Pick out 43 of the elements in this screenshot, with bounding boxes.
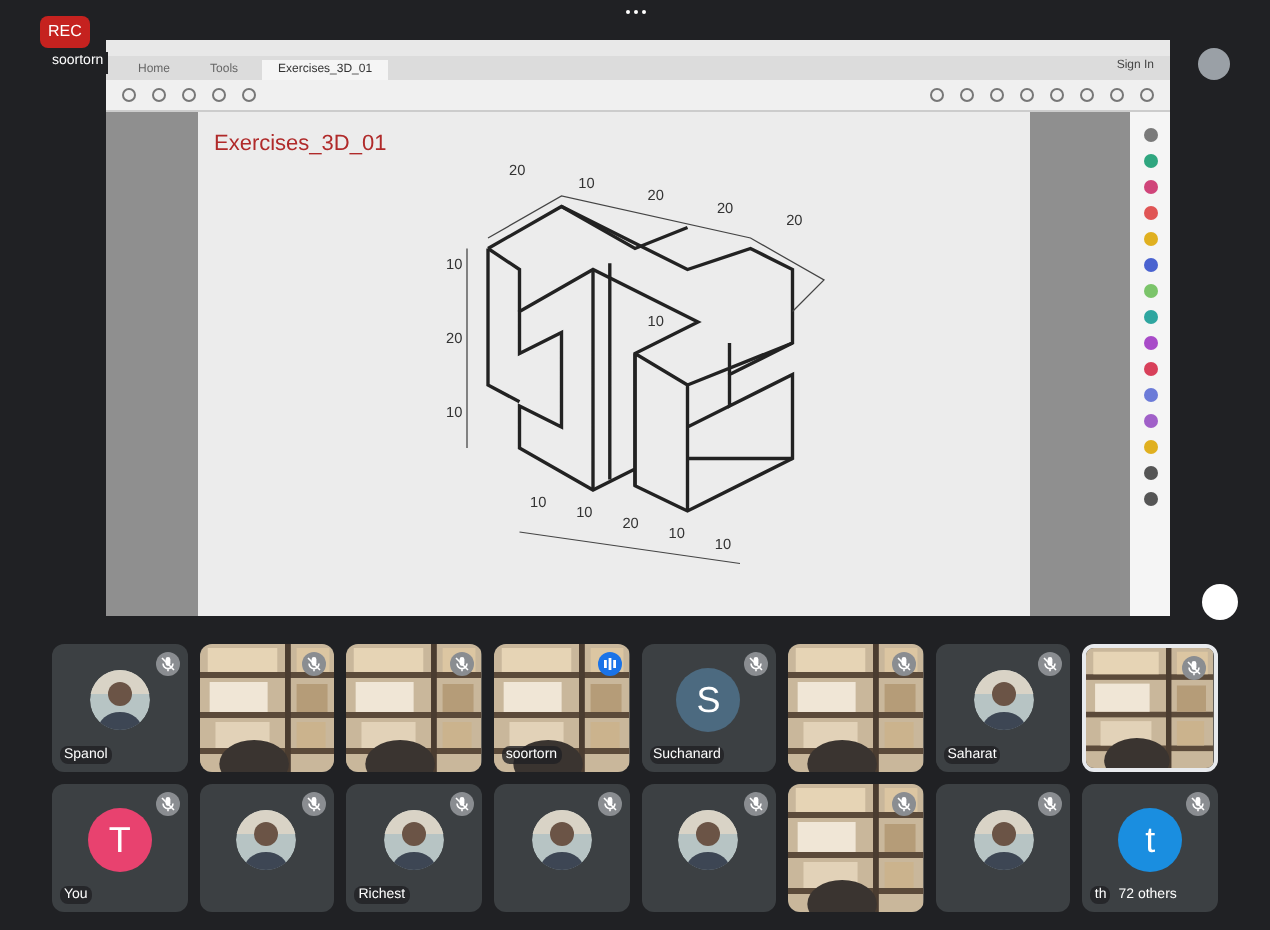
- avatar: T: [87, 808, 152, 872]
- dimension-label: 10: [647, 311, 664, 330]
- participant-tile[interactable]: [788, 784, 924, 912]
- toolbar-icon[interactable]: [242, 88, 256, 102]
- toolbar-icon[interactable]: [1110, 88, 1124, 102]
- toolbar-icon[interactable]: [182, 88, 196, 102]
- dimension-label: 10: [714, 533, 732, 552]
- dimension-label: 20: [647, 185, 664, 204]
- dimension-label: 10: [668, 523, 685, 542]
- dimension-label: 20: [446, 328, 463, 346]
- fullscreen-button[interactable]: [1202, 584, 1238, 620]
- participant-tile[interactable]: [199, 644, 335, 772]
- toolbar-icon[interactable]: [930, 88, 944, 102]
- user-avatar[interactable]: [1198, 48, 1230, 80]
- toolbar-icon[interactable]: [152, 88, 166, 102]
- toolbar-icon[interactable]: [1020, 88, 1034, 102]
- dimension-label: 20: [786, 210, 803, 229]
- participant-tile[interactable]: [199, 784, 335, 912]
- dimension-label: 20: [509, 160, 526, 178]
- dimension-label: 10: [576, 502, 593, 521]
- recording-badge: REC: [40, 16, 90, 48]
- toolbar-icon[interactable]: [990, 88, 1004, 102]
- dimension-label: 20: [716, 197, 734, 216]
- toolbar-icon[interactable]: [960, 88, 974, 102]
- participant-tile[interactable]: [788, 644, 924, 772]
- toolbar-icon[interactable]: [212, 88, 226, 102]
- toolbar-icon[interactable]: [122, 88, 136, 102]
- dimension-label: 10: [530, 491, 547, 510]
- avatar: S: [676, 668, 741, 732]
- avatar: t: [1118, 808, 1183, 872]
- page-title: Exercises_3D_01: [214, 130, 389, 160]
- dimension-label: 10: [578, 172, 595, 191]
- participant-tile[interactable]: [935, 784, 1071, 912]
- participant-tile[interactable]: [1082, 644, 1218, 772]
- toolbar-icon[interactable]: [1050, 88, 1064, 102]
- toolbar-icon[interactable]: [1140, 88, 1154, 102]
- participant-tile[interactable]: [346, 644, 482, 772]
- participant-tile[interactable]: [641, 784, 777, 912]
- dimension-label: 20: [622, 512, 639, 531]
- participant-tile[interactable]: [493, 784, 629, 912]
- dimension-label: 10: [446, 401, 463, 420]
- toolbar-icon[interactable]: [1080, 88, 1094, 102]
- dimension-label: 10: [446, 254, 463, 273]
